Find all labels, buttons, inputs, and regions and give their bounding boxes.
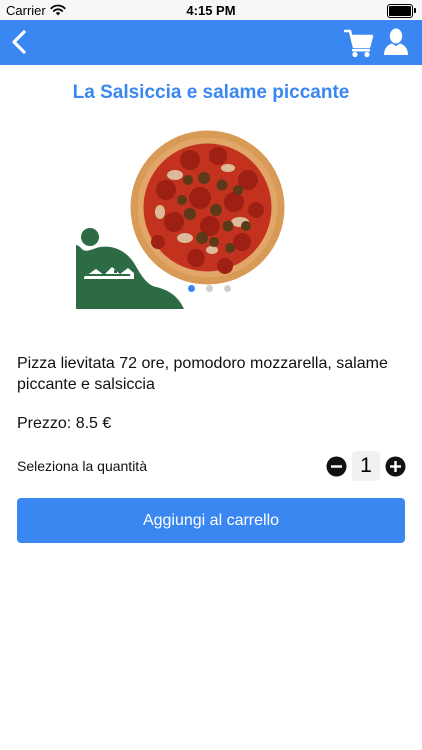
carousel-dot[interactable] — [188, 285, 195, 292]
price-row: Prezzo: 8.5 € — [17, 415, 111, 433]
increase-quantity-button[interactable] — [385, 456, 406, 477]
pizza-image — [130, 130, 285, 285]
price-value: 8.5 € — [75, 415, 112, 432]
carousel-page-indicator[interactable] — [188, 285, 238, 295]
decrease-quantity-button[interactable] — [326, 456, 347, 477]
price-label: Prezzo: — [17, 415, 72, 432]
plus-icon — [385, 456, 406, 477]
add-to-cart-button[interactable]: Aggiungi al carrello — [17, 498, 405, 543]
user-icon — [384, 28, 408, 55]
product-image-carousel[interactable] — [70, 125, 300, 315]
carousel-dot[interactable] — [224, 285, 231, 292]
product-title: La Salsiccia e salame piccante — [72, 82, 350, 103]
navigation-bar — [0, 20, 422, 65]
user-button[interactable] — [383, 28, 409, 56]
carousel-dot[interactable] — [206, 285, 213, 292]
minus-icon — [326, 456, 347, 477]
product-description: Pizza lievitata 72 ore, pomodoro mozzare… — [17, 355, 388, 393]
cart-icon — [344, 29, 374, 58]
quantity-label: Seleziona la quantità — [17, 458, 147, 474]
battery-icon — [387, 4, 416, 18]
quantity-value[interactable]: 1 — [352, 451, 380, 481]
cart-button[interactable] — [344, 28, 374, 58]
status-bar: Carrier 4:15 PM — [0, 0, 422, 20]
chevron-left-icon — [12, 30, 26, 54]
clock: 4:15 PM — [186, 3, 236, 18]
back-button[interactable] — [6, 26, 36, 58]
